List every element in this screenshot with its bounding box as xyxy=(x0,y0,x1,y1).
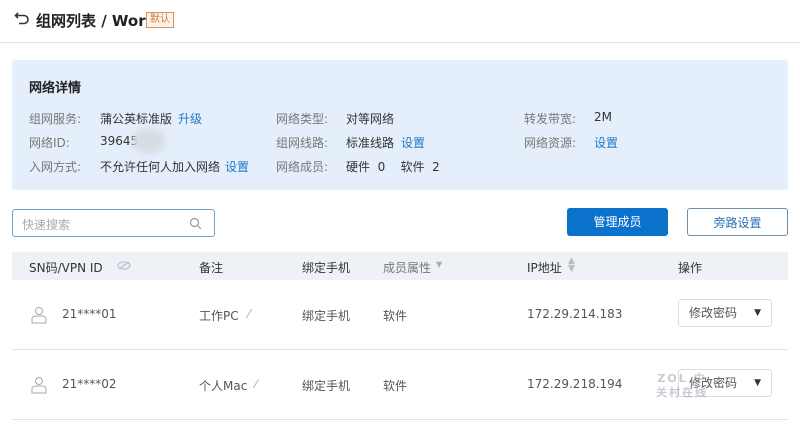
bypass-settings-button[interactable]: 旁路设置 xyxy=(687,208,788,236)
back-icon[interactable] xyxy=(14,10,30,26)
col-action: 操作 xyxy=(678,261,703,275)
member-note: 工作PC xyxy=(199,309,239,323)
search-input[interactable]: 快速搜索 xyxy=(12,209,215,237)
bind-phone-link[interactable]: 绑定手机 xyxy=(302,377,350,394)
type-value: 对等网络 xyxy=(346,112,395,126)
page-title: 组网列表 / Work xyxy=(36,12,156,30)
member-ip: 172.29.218.194 xyxy=(527,377,623,391)
watermark: ZOL 中关村在线 xyxy=(652,372,712,400)
default-badge: 默认 xyxy=(146,12,174,28)
member-id: 21****02 xyxy=(62,377,117,391)
caret-down-icon: ▼ xyxy=(754,308,761,318)
bandwidth-value: 2M xyxy=(594,110,612,124)
members-value: 硬件 0 软件 2 xyxy=(346,160,440,174)
user-icon xyxy=(31,377,47,394)
bind-phone-link[interactable]: 绑定手机 xyxy=(302,307,350,324)
col-ip[interactable]: IP地址 xyxy=(527,259,562,276)
network-id-label: 网络ID: xyxy=(29,136,70,150)
join-settings-link[interactable]: 设置 xyxy=(225,158,249,175)
action-label: 修改密码 xyxy=(689,306,738,320)
filter-caret-icon[interactable]: ▼ xyxy=(436,260,442,269)
route-settings-link[interactable]: 设置 xyxy=(401,134,425,151)
edit-icon[interactable]: ⁄ xyxy=(255,377,257,391)
sort-icon[interactable]: ▲ ▼ xyxy=(568,257,575,274)
search-placeholder: 快速搜索 xyxy=(22,218,71,232)
blur-mask xyxy=(132,128,166,154)
member-note: 个人Mac xyxy=(199,379,248,393)
member-id: 21****01 xyxy=(62,307,117,321)
bandwidth-label: 转发带宽: xyxy=(524,112,577,126)
manage-members-button[interactable]: 管理成员 xyxy=(567,208,668,236)
service-value: 蒲公英标准版 xyxy=(100,112,173,126)
col-sn: SN码/VPN ID xyxy=(29,261,103,275)
search-icon[interactable] xyxy=(189,217,202,230)
action-dropdown[interactable]: 修改密码 ▼ xyxy=(678,299,772,327)
col-type[interactable]: 成员属性 xyxy=(383,259,431,276)
members-label: 网络成员: xyxy=(276,160,329,174)
upgrade-link[interactable]: 升级 xyxy=(178,110,202,127)
member-type: 软件 xyxy=(383,379,408,393)
member-type: 软件 xyxy=(383,309,408,323)
member-ip: 172.29.214.183 xyxy=(527,307,623,321)
resource-label: 网络资源: xyxy=(524,136,577,150)
resource-settings-link[interactable]: 设置 xyxy=(594,134,618,151)
table-header: SN码/VPN ID 备注 绑定手机 成员属性 ▼ IP地址 ▲ ▼ 操作 xyxy=(12,252,788,280)
details-title: 网络详情 xyxy=(29,81,82,96)
network-details-panel: 网络详情 组网服务: 蒲公英标准版 升级 网络ID: 39645 入网方式: 不… xyxy=(12,60,788,190)
eye-hidden-icon[interactable] xyxy=(117,261,131,270)
type-label: 网络类型: xyxy=(276,112,329,126)
table-row: 21****01 工作PC ⁄ 绑定手机 软件 172.29.214.183 修… xyxy=(12,280,788,350)
service-label: 组网服务: xyxy=(29,112,82,126)
route-value: 标准线路 xyxy=(346,136,395,150)
join-label: 入网方式: xyxy=(29,160,82,174)
col-note: 备注 xyxy=(199,261,224,275)
col-phone: 绑定手机 xyxy=(302,261,351,275)
route-label: 组网线路: xyxy=(276,136,329,150)
edit-icon[interactable]: ⁄ xyxy=(248,307,250,321)
caret-down-icon: ▼ xyxy=(754,378,761,388)
watermark-text: ZOL 中关村在线 xyxy=(656,372,708,399)
join-value: 不允许任何人加入网络 xyxy=(100,160,221,174)
page-header: 组网列表 / Work 默认 xyxy=(0,0,800,43)
user-icon xyxy=(31,307,47,324)
